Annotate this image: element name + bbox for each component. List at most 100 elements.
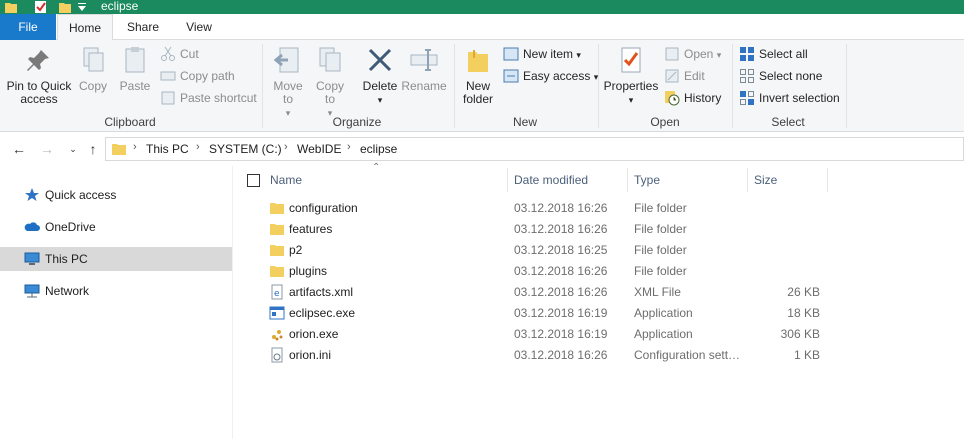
invert-selection-button[interactable]: Invert selection xyxy=(739,88,840,108)
column-header-name[interactable]: Name xyxy=(270,166,302,194)
ribbon: Pin to Quick access Copy Paste Cut Copy … xyxy=(0,40,964,132)
file-row[interactable]: plugins 03.12.2018 16:26 File folder xyxy=(243,261,833,282)
svg-text:e: e xyxy=(274,289,280,299)
select-all-checkbox[interactable] xyxy=(247,174,260,187)
column-header-date-modified[interactable]: Date modified xyxy=(514,166,588,194)
rename-icon xyxy=(410,49,438,71)
paste-label: Paste xyxy=(119,79,151,93)
paste-button[interactable]: Paste xyxy=(116,44,154,93)
properties-button[interactable]: Properties ▾ xyxy=(602,44,660,107)
file-name: features xyxy=(289,222,333,236)
forward-arrow-icon[interactable]: → xyxy=(38,140,56,158)
group-separator xyxy=(598,44,599,128)
sort-ascending-icon: ⌃ xyxy=(372,162,381,173)
file-type: XML File xyxy=(634,285,681,299)
pane-divider[interactable] xyxy=(232,166,233,439)
select-none-button[interactable]: Select none xyxy=(739,66,822,86)
folder-icon xyxy=(270,245,284,256)
column-divider[interactable] xyxy=(507,168,508,192)
pin-to-quick-access-button[interactable]: Pin to Quick access xyxy=(4,44,74,106)
window-title: eclipse xyxy=(101,0,139,13)
nav-item-label: This PC xyxy=(45,252,88,266)
copy-to-button[interactable]: Copy to ▾ xyxy=(310,44,350,120)
invert-selection-label: Invert selection xyxy=(759,91,840,105)
history-button[interactable]: History xyxy=(664,88,721,108)
properties-check-icon[interactable] xyxy=(34,0,48,14)
open-label: Open xyxy=(684,47,714,61)
tab-share[interactable]: Share xyxy=(118,14,168,40)
paste-shortcut-button[interactable]: Paste shortcut xyxy=(160,88,257,108)
edit-button[interactable]: Edit xyxy=(664,66,705,86)
open-button[interactable]: Open ▾ xyxy=(664,44,721,64)
scissors-icon xyxy=(161,46,175,61)
new-folder-icon[interactable] xyxy=(58,0,72,14)
column-divider[interactable] xyxy=(827,168,828,192)
breadcrumb-chevron-icon[interactable]: › xyxy=(196,141,200,153)
breadcrumb-eclipse[interactable]: eclipse xyxy=(360,142,397,156)
up-arrow-icon[interactable]: ↑ xyxy=(84,140,102,158)
star-icon xyxy=(25,188,39,201)
new-item-button[interactable]: New item ▾ xyxy=(503,44,581,64)
easy-access-button[interactable]: Easy access ▾ xyxy=(503,66,598,86)
copy-button[interactable]: Copy xyxy=(74,44,112,93)
folder-icon xyxy=(5,3,17,13)
breadcrumb-chevron-icon[interactable]: › xyxy=(284,141,288,153)
file-type: Application xyxy=(634,306,693,320)
cut-button[interactable]: Cut xyxy=(160,44,199,64)
select-all-label: Select all xyxy=(759,47,808,61)
group-label-organize: Organize xyxy=(332,115,382,129)
cut-label: Cut xyxy=(180,47,199,61)
new-item-icon xyxy=(503,47,519,61)
copy-path-button[interactable]: Copy path xyxy=(160,66,235,86)
file-date: 03.12.2018 16:26 xyxy=(514,264,608,278)
file-row[interactable]: p2 03.12.2018 16:25 File folder xyxy=(243,240,833,261)
breadcrumb-chevron-icon[interactable]: › xyxy=(347,141,351,153)
group-separator xyxy=(262,44,263,128)
paste-icon xyxy=(125,47,145,73)
nav-item-this-pc[interactable]: This PC xyxy=(0,247,232,271)
breadcrumb-this-pc[interactable]: This PC xyxy=(146,142,189,156)
column-header-size[interactable]: Size xyxy=(754,166,777,194)
file-row[interactable]: features 03.12.2018 16:26 File folder xyxy=(243,219,833,240)
folder-icon xyxy=(270,266,284,277)
group-label-open: Open xyxy=(650,115,680,129)
back-arrow-icon[interactable]: ← xyxy=(10,140,28,158)
rename-button[interactable]: Rename xyxy=(400,44,448,93)
breadcrumb-webide[interactable]: WebIDE xyxy=(297,142,341,156)
file-size: 1 KB xyxy=(793,348,820,362)
address-bar[interactable]: › This PC › SYSTEM (C:) › WebIDE › eclip… xyxy=(105,137,964,161)
tab-file[interactable]: File xyxy=(0,14,56,40)
column-divider[interactable] xyxy=(627,168,628,192)
file-row[interactable]: orion.ini 03.12.2018 16:26 Configuration… xyxy=(243,345,833,366)
navigation-pane: Quick access OneDrive This PC Network xyxy=(0,166,232,439)
file-name: orion.ini xyxy=(289,348,332,362)
tab-home[interactable]: Home xyxy=(57,14,113,41)
nav-item-network[interactable]: Network xyxy=(0,279,232,303)
folder-icon xyxy=(112,144,126,155)
nav-item-quick-access[interactable]: Quick access xyxy=(0,183,232,207)
group-label-select: Select xyxy=(771,115,805,129)
file-size: 26 KB xyxy=(787,285,820,299)
copy-path-label: Copy path xyxy=(180,69,235,83)
breadcrumb-system-c[interactable]: SYSTEM (C:) xyxy=(209,142,282,156)
nav-item-onedrive[interactable]: OneDrive xyxy=(0,215,232,239)
group-label-clipboard: Clipboard xyxy=(104,115,156,129)
file-row[interactable]: configuration 03.12.2018 16:26 File fold… xyxy=(243,198,833,219)
file-type: File folder xyxy=(634,243,687,257)
file-row[interactable]: orion.exe 03.12.2018 16:19 Application 3… xyxy=(243,324,833,345)
breadcrumb-chevron-icon[interactable]: › xyxy=(133,141,137,153)
tab-view[interactable]: View xyxy=(174,14,224,40)
customize-toolbar-icon[interactable] xyxy=(76,0,90,14)
file-row[interactable]: eclipsec.exe 03.12.2018 16:19 Applicatio… xyxy=(243,303,833,324)
new-folder-button[interactable]: New folder xyxy=(458,44,498,106)
file-row[interactable]: e artifacts.xml 03.12.2018 16:26 XML Fil… xyxy=(243,282,833,303)
move-to-icon xyxy=(273,47,299,73)
select-all-button[interactable]: Select all xyxy=(739,44,808,64)
recent-locations-chevron-icon[interactable]: ⌄ xyxy=(64,140,82,158)
column-header-type[interactable]: Type xyxy=(634,166,660,194)
column-divider[interactable] xyxy=(747,168,748,192)
title-bar: eclipse xyxy=(0,0,964,14)
ini-file-icon xyxy=(271,347,283,363)
delete-button[interactable]: Delete ▾ xyxy=(358,44,402,107)
move-to-button[interactable]: Move to ▾ xyxy=(268,44,308,120)
